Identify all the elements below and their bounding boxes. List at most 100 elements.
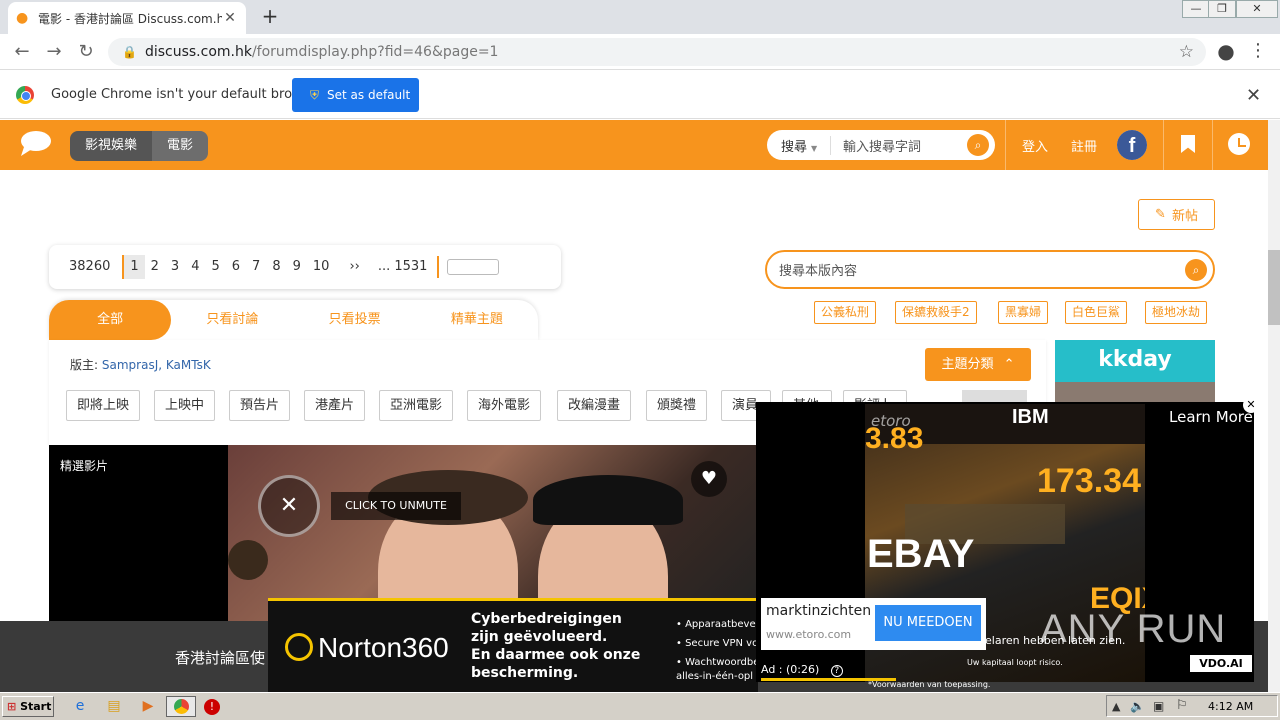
search-type-select[interactable]: 搜尋 ▼ [767, 135, 831, 155]
tab-featured[interactable]: 精華主題 [416, 300, 538, 340]
category-button[interactable]: 頒獎禮 [646, 390, 708, 421]
tab-polls[interactable]: 只看投票 [294, 300, 416, 340]
hot-tag[interactable]: 公義私刑 [814, 301, 877, 324]
internet-explorer-icon[interactable]: e [70, 697, 90, 715]
taskbar-clock: 4:12 AM [1208, 700, 1254, 713]
category-button[interactable]: 改編漫畫 [557, 390, 632, 421]
breadcrumb-movies[interactable]: 電影 [152, 131, 209, 161]
kkday-ad-image[interactable] [1055, 382, 1215, 402]
norton-headline-line: zijn geëvolueerd. [471, 629, 608, 645]
bookmark-icon[interactable] [1181, 135, 1195, 153]
page-link[interactable]: 10 [307, 255, 336, 279]
category-button[interactable]: 港產片 [304, 390, 366, 421]
moderators-label: 版主: [70, 358, 99, 372]
minimize-button[interactable]: — [1182, 0, 1210, 18]
muted-speaker-icon[interactable]: ✕ [258, 475, 320, 537]
page-link[interactable]: 6 [226, 255, 246, 279]
hot-tag[interactable]: 白色巨鯊 [1065, 301, 1128, 324]
last-page-link[interactable]: ... 1531 [372, 255, 434, 279]
norton-check-icon [285, 633, 313, 661]
hot-tag[interactable]: 保鑣救殺手2 [895, 301, 977, 324]
ad-timer: Ad : (0:26) ? [761, 663, 843, 677]
alert-icon[interactable]: ! [204, 699, 220, 715]
breadcrumb: 影視娛樂 電影 [70, 131, 209, 161]
topic-category-label: 主題分類 [941, 357, 994, 372]
page-scrollbar[interactable] [1268, 120, 1280, 692]
back-arrow-icon[interactable]: ← [10, 40, 34, 64]
login-link[interactable]: 登入 [1022, 136, 1048, 155]
reload-icon[interactable]: ↻ [74, 40, 98, 64]
media-player-icon[interactable]: ▶ [138, 697, 158, 715]
ad-close-icon[interactable]: ✕ [1243, 397, 1259, 413]
set-as-default-label: Set as default [327, 88, 411, 102]
page-link[interactable]: 5 [205, 255, 225, 279]
norton-bullet: • Secure VPN voo [676, 638, 758, 649]
page-link[interactable]: 7 [246, 255, 266, 279]
discuss-logo-icon[interactable] [18, 129, 52, 157]
featured-video-player[interactable] [228, 445, 756, 621]
heart-icon[interactable]: ♥ [691, 461, 727, 497]
moderator-names[interactable]: SamprasJ, KaMTsK [102, 358, 211, 372]
category-button[interactable]: 即將上映 [66, 390, 141, 421]
ticker-text: IBM [1012, 406, 1049, 428]
page-link[interactable]: 3 [165, 255, 185, 279]
category-button[interactable]: 海外電影 [467, 390, 542, 421]
new-tab-button[interactable]: + [258, 4, 282, 28]
folder-icon[interactable]: ▤ [104, 697, 124, 715]
url-path: /forumdisplay.php?fid=46&page=1 [251, 44, 499, 60]
page-link[interactable]: 9 [287, 255, 307, 279]
bookmark-star-icon[interactable]: ☆ [1179, 42, 1194, 62]
facebook-icon[interactable]: f [1117, 130, 1147, 160]
tab-close-icon[interactable]: ✕ [222, 10, 238, 26]
board-search-input[interactable]: 搜尋本版內容 [779, 260, 1185, 279]
featured-video-label: 精選影片 [60, 459, 109, 473]
category-button[interactable]: 亞洲電影 [379, 390, 454, 421]
network-icon[interactable]: ▣ [1153, 699, 1164, 713]
hot-tag[interactable]: 極地冰劫 [1145, 301, 1208, 324]
jump-to-page-input[interactable] [447, 259, 500, 275]
menu-dots-icon[interactable]: ⋮ [1246, 39, 1270, 63]
video-cap [533, 475, 683, 525]
tray-arrow-icon[interactable]: ▲ [1112, 700, 1120, 713]
category-button[interactable]: 預告片 [229, 390, 291, 421]
learn-more-link[interactable]: Learn More [1169, 408, 1253, 426]
address-bar[interactable]: 🔒 discuss.com.hk/forumdisplay.php?fid=46… [108, 38, 1206, 66]
browser-tab[interactable]: ● 電影 - 香港討論區 Discuss.com.hk - ✕ [8, 2, 246, 34]
start-button[interactable]: ⊞ Start [2, 696, 54, 717]
flag-icon[interactable]: ⚐ [1176, 698, 1188, 713]
chrome-taskbar-button[interactable] [166, 696, 196, 717]
next-page-link[interactable]: ›› [343, 255, 365, 279]
header-search: 搜尋 ▼ 輸入搜尋字詞 ⌕ [767, 130, 995, 160]
breadcrumb-entertainment[interactable]: 影視娛樂 [70, 131, 153, 161]
infobar-close-icon[interactable]: ✕ [1246, 85, 1261, 106]
info-icon[interactable]: ? [830, 665, 843, 677]
new-post-button[interactable]: ✎ 新帖 [1138, 199, 1215, 230]
forward-arrow-icon[interactable]: → [42, 40, 66, 64]
search-icon[interactable]: ⌕ [1185, 258, 1207, 281]
page-link[interactable]: 8 [266, 255, 286, 279]
topic-category-button[interactable]: 主題分類 ⌃ [925, 348, 1031, 381]
page-link[interactable]: 4 [185, 255, 205, 279]
vdo-ai-logo[interactable]: VDO.AI [1190, 655, 1252, 672]
click-to-unmute-button[interactable]: CLICK TO UNMUTE [331, 492, 461, 520]
window-close-button[interactable]: ✕ [1236, 0, 1278, 18]
profile-icon[interactable]: ● [1214, 39, 1238, 63]
set-as-default-button[interactable]: ⛨ Set as default [292, 78, 419, 112]
page-link[interactable]: 2 [145, 255, 165, 279]
hot-tag[interactable]: 黑寡婦 [998, 301, 1049, 324]
category-button[interactable]: 上映中 [154, 390, 216, 421]
norton-bullet: • Wachtwoordbel [676, 657, 758, 668]
url-host: discuss.com.hk [144, 44, 252, 60]
register-link[interactable]: 註冊 [1071, 136, 1097, 155]
volume-icon[interactable]: 🔈 [1130, 699, 1145, 713]
tab-all[interactable]: 全部 [49, 300, 172, 340]
tab-discussions[interactable]: 只看討論 [171, 300, 293, 340]
nu-meedoen-button[interactable]: NU MEEDOEN [875, 605, 981, 641]
page-scrollbar-thumb[interactable] [1268, 250, 1280, 325]
maximize-button[interactable]: ❐ [1208, 0, 1236, 18]
history-clock-icon[interactable] [1228, 133, 1250, 155]
search-icon[interactable]: ⌕ [967, 134, 989, 156]
category-scroll-button[interactable] [962, 390, 1027, 402]
page-link[interactable]: 1 [122, 255, 145, 279]
header-search-input[interactable]: 輸入搜尋字詞 [843, 136, 967, 155]
